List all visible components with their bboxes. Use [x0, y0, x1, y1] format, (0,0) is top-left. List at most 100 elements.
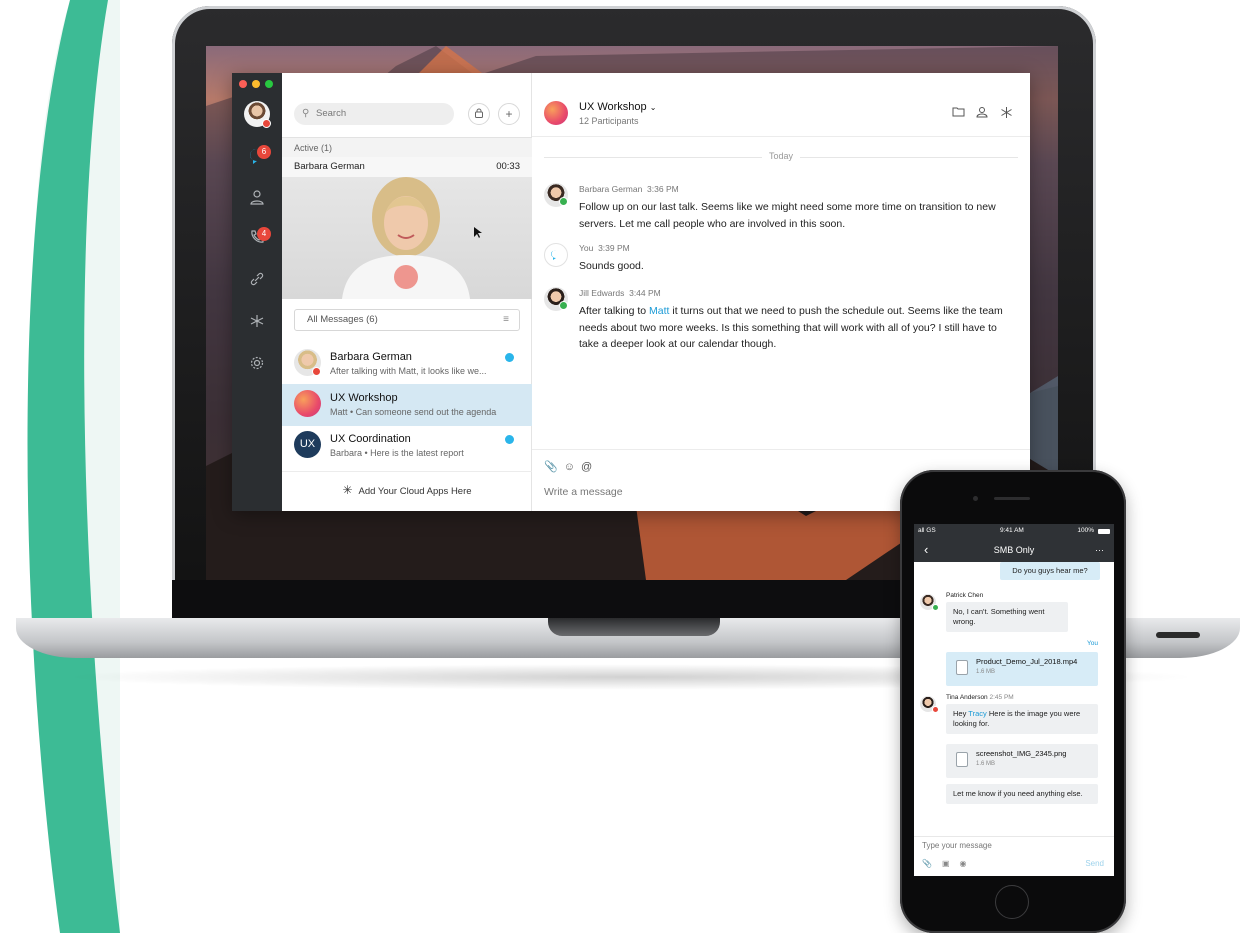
sender-time: 2:45 PM [989, 694, 1014, 701]
phone-send-button[interactable]: Send [1085, 859, 1104, 868]
apps-icon[interactable] [1000, 106, 1013, 122]
status-icon [932, 604, 939, 611]
message-text-part: After talking to [579, 305, 650, 317]
search-icon: ⚲ [302, 108, 310, 119]
chat-panel: UX Workshop ⌄ 12 Participants Today Barb… [532, 73, 1030, 511]
video-preview[interactable] [282, 177, 532, 299]
signal-label: all GS [918, 527, 936, 534]
status-icon [559, 197, 568, 206]
phone-file-attachment[interactable]: screenshot_IMG_2345.png 1.6 MB [946, 744, 1098, 778]
attachment-icon[interactable]: 📎 [544, 461, 564, 473]
space-title[interactable]: UX Workshop ⌄ [579, 101, 656, 113]
message: You 3:39 PM Sounds good. [579, 243, 1019, 275]
conversation-item[interactable]: UX UX Coordination Barbara • Here is the… [282, 425, 532, 467]
lock-button[interactable] [468, 103, 490, 125]
camera-icon[interactable]: ◉ [960, 859, 977, 868]
link-icon[interactable] [247, 271, 267, 291]
message: Jill Edwards 3:44 PM After talking to Ma… [579, 288, 1019, 353]
conversation-item[interactable]: Barbara German After talking with Matt, … [282, 343, 532, 385]
file-size: 1.6 MB [976, 669, 996, 675]
plus-icon: + [505, 107, 513, 121]
emoji-icon[interactable]: ☺ [564, 461, 581, 473]
phone-compose-toolbar: 📎▣◉ [922, 859, 977, 868]
space-avatar [544, 101, 568, 125]
conversation-preview: After talking with Matt, it looks like w… [330, 366, 487, 376]
active-header: Active (1) [282, 137, 532, 157]
chevron-down-icon: ⌄ [649, 103, 657, 112]
message-meta: Jill Edwards 3:44 PM [579, 288, 1019, 298]
file-icon [956, 660, 968, 675]
message-author: Barbara German [579, 184, 643, 194]
unread-indicator [505, 435, 514, 444]
phone-bubble-incoming: No, I can't. Something went wrong. [946, 602, 1068, 632]
sender-name-text: Tina Anderson [946, 694, 988, 701]
conversation-item[interactable]: UX Workshop Matt • Can someone send out … [282, 384, 532, 426]
phone-you-label: You [1087, 640, 1098, 647]
phone-screen: all GS 9:41 AM 100% ‹ SMB Only ··· Do yo… [914, 524, 1114, 876]
phone-compose: Type your message 📎▣◉ Send [914, 836, 1114, 876]
phone-file-attachment[interactable]: Product_Demo_Jul_2018.mp4 1.6 MB [946, 652, 1098, 686]
message-author: Jill Edwards [579, 288, 625, 298]
status-icon [312, 367, 321, 376]
caller-video-image [342, 177, 482, 299]
contacts-icon[interactable] [247, 189, 267, 209]
status-icon [559, 301, 568, 310]
space-title-text: UX Workshop [579, 101, 647, 113]
add-button[interactable]: + [498, 103, 520, 125]
conversation-name: UX Coordination [330, 433, 411, 445]
mention-icon[interactable]: @ [581, 461, 598, 473]
message-text: After talking to Matt it turns out that … [579, 303, 1019, 353]
avatar [544, 243, 568, 267]
status-icon [262, 119, 271, 128]
phone-message-input[interactable]: Type your message [922, 841, 992, 850]
add-cloud-apps-label: Add Your Cloud Apps Here [358, 486, 472, 497]
avatar [294, 390, 321, 417]
message-meta: You 3:39 PM [579, 243, 1019, 253]
settings-icon[interactable] [247, 355, 267, 375]
phone-bubble-outgoing: Do you guys hear me? [1000, 562, 1100, 580]
active-call-row[interactable]: Barbara German 00:33 [282, 157, 532, 177]
search-placeholder: Search [316, 108, 347, 119]
filter-label: All Messages (6) [307, 314, 378, 325]
active-call-timer: 00:33 [496, 161, 520, 172]
window-zoom-button[interactable] [265, 80, 273, 88]
file-icon [956, 752, 968, 767]
message-input[interactable]: Write a message [544, 486, 623, 498]
file-name: screenshot_IMG_2345.png [976, 749, 1067, 758]
mention-link[interactable]: Tracy [968, 709, 986, 718]
file-size: 1.6 MB [976, 761, 996, 767]
unread-indicator [505, 353, 514, 362]
compose-toolbar: 📎☺@ [544, 460, 598, 473]
back-chevron-icon[interactable]: ‹ [924, 538, 928, 562]
calls-badge: 4 [257, 227, 271, 241]
phone-chat-title: SMB Only [993, 545, 1035, 555]
conversation-name: UX Workshop [330, 392, 398, 404]
chat-header: UX Workshop ⌄ 12 Participants [532, 73, 1030, 137]
battery-label: 100% [1077, 527, 1094, 534]
folder-icon[interactable] [952, 106, 965, 120]
people-icon[interactable] [976, 106, 989, 121]
image-icon[interactable]: ▣ [942, 859, 960, 868]
phone-sender-name: Patrick Chen [946, 592, 984, 599]
front-camera [973, 496, 978, 501]
message-time: 3:36 PM [647, 184, 679, 194]
message-text: Sounds good. [579, 260, 644, 272]
attachment-icon[interactable]: 📎 [922, 859, 942, 868]
laptop-port [1156, 632, 1200, 638]
status-icon [932, 706, 939, 713]
window-close-button[interactable] [239, 80, 247, 88]
lock-icon [475, 108, 483, 118]
phone-home-button[interactable] [995, 885, 1029, 919]
more-icon[interactable]: ··· [1095, 538, 1104, 562]
file-name: Product_Demo_Jul_2018.mp4 [976, 657, 1078, 666]
window-minimize-button[interactable] [252, 80, 260, 88]
search-input[interactable]: ⚲ Search [294, 103, 454, 125]
mention-link[interactable]: Matt [649, 305, 669, 317]
messages-badge: 6 [257, 145, 271, 159]
phone-sender-name: Tina Anderson 2:45 PM [946, 694, 1014, 701]
filter-dropdown[interactable]: All Messages (6) ≡ [294, 309, 520, 331]
teal-decorative-band [0, 0, 120, 933]
apps-icon[interactable] [247, 313, 267, 333]
add-cloud-apps-button[interactable]: ✳ Add Your Cloud Apps Here [282, 471, 532, 511]
filter-icon: ≡ [503, 314, 509, 325]
